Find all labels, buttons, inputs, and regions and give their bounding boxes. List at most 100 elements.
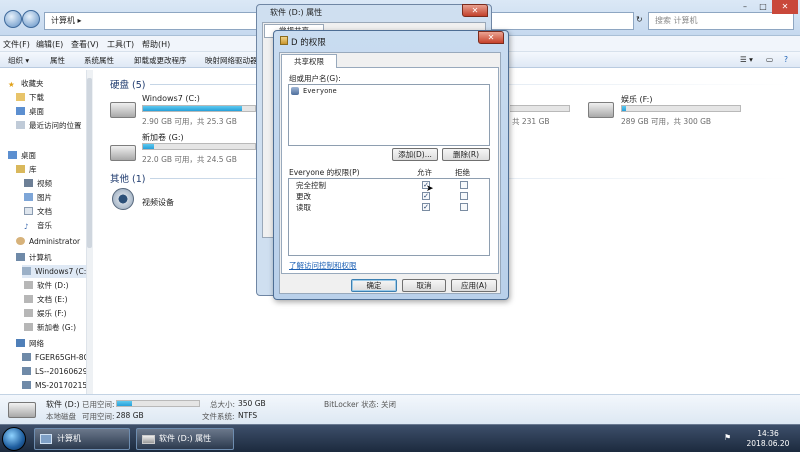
sidebar-scroll-thumb[interactable] [87,78,92,248]
details-bitlocker: BitLocker 状态: 关闭 [324,400,396,409]
computer-icon [22,381,31,389]
users-label: 组或用户名(G): [289,74,341,83]
sidebar-item-documents[interactable]: 文档 [24,205,52,218]
sidebar-computer[interactable]: 计算机 [16,251,52,264]
forward-icon[interactable] [22,10,40,28]
details-usage-bar [116,400,200,407]
drive-space-info: 22.0 GB 可用，共 24.5 GB [142,155,237,164]
taskbar-item-computer[interactable]: 计算机 [34,428,130,450]
sidebar-favorites[interactable]: ★ 收藏夹 [8,77,44,90]
library-icon [16,165,25,173]
menu-tools[interactable]: 工具(T) [107,39,134,50]
sidebar-item-pictures[interactable]: 图片 [24,191,52,204]
access-control-help-link[interactable]: 了解访问控制和权限 [289,260,357,271]
menu-edit[interactable]: 编辑(E) [36,39,63,50]
system-properties-button[interactable]: 系统属性 [84,55,114,66]
system-clock[interactable]: 14:36 2018.06.20 [740,429,796,449]
ok-button[interactable]: 确定 [351,279,397,292]
details-free-label: 可用空间: [82,412,115,421]
drive-icon [8,402,36,418]
sidebar-item-drive-e[interactable]: 文档 (E:) [24,293,68,306]
sidebar-item-music[interactable]: ♪ 音乐 [24,219,52,232]
permissions-close-button[interactable]: ✕ [478,31,504,44]
drive-name[interactable]: Windows7 (C:) [142,94,200,103]
details-total-value: 350 GB [238,399,266,408]
taskbar-item-properties[interactable]: 软件 (D:) 属性 [136,428,234,450]
maximize-button[interactable]: □ [754,0,772,14]
drive-space-info: 2.90 GB 可用，共 25.3 GB [142,117,237,126]
drive-space-info: 289 GB 可用，共 300 GB [621,117,712,126]
permission-name: 读取 [296,203,311,212]
sidebar-item-drive-f[interactable]: 娱乐 (F:) [24,307,67,320]
tab-share-permissions[interactable]: 共享权限 [281,54,337,68]
sidebar-item-recent[interactable]: 最近访问的位置 [16,119,82,132]
permission-name: 完全控制 [296,181,326,190]
menu-view[interactable]: 查看(V) [71,39,99,50]
desktop-icon [16,107,25,115]
apply-button[interactable]: 应用(A) [451,279,497,292]
menu-help[interactable]: 帮助(H) [142,39,170,50]
sidebar-item-network-pc[interactable]: FGER65GH-8C [22,351,89,364]
organize-button[interactable]: 组织 ▾ [8,55,29,66]
deny-read-checkbox[interactable] [460,203,468,211]
details-fs-label: 文件系统: [202,412,235,421]
clock-time: 14:36 [757,429,779,438]
sidebar-user[interactable]: Administrator [16,235,80,248]
drive-usage-bar [142,105,256,112]
deny-change-checkbox[interactable] [460,192,468,200]
music-icon: ♪ [24,222,29,231]
allow-read-checkbox[interactable]: ✓ [422,203,430,211]
view-options-icon[interactable]: ☰ ▾ [740,55,753,64]
device-name[interactable]: 视频设备 [142,197,174,208]
properties-title: 软件 (D:) 属性 [270,8,323,17]
menu-file[interactable]: 文件(F) [3,39,30,50]
details-drive-type: 本地磁盘 [46,412,76,421]
cancel-button[interactable]: 取消 [402,279,446,292]
sidebar-item-network-pc[interactable]: LS--20160629 [22,365,88,378]
properties-button[interactable]: 属性 [50,55,65,66]
sidebar-item-drive-c[interactable]: Windows7 (C: [22,265,88,278]
map-drive-button[interactable]: 映射网络驱动器 [205,55,258,66]
drive-icon [142,435,155,444]
sidebar-item-network-pc[interactable]: MS-20170215 [22,379,87,392]
sidebar-item-drive-g[interactable]: 新加卷 (G:) [24,321,76,334]
refresh-icon[interactable]: ↻ [636,15,643,24]
properties-close-button[interactable]: ✕ [462,4,488,17]
sidebar-item-desktop[interactable]: 桌面 [16,105,44,118]
deny-header: 拒绝 [455,168,470,177]
drive-usage-fill [622,106,627,111]
mouse-cursor-icon: ➤ [426,184,434,194]
search-input[interactable]: 搜索 计算机 [648,12,794,30]
minimize-button[interactable]: – [736,0,754,14]
sidebar-network[interactable]: 网络 [16,337,44,350]
drive-name[interactable]: 娱乐 (F:) [621,94,652,105]
add-button[interactable]: 添加(D)... [392,148,438,161]
flag-icon[interactable]: ⚑ [724,433,731,442]
sidebar-item-downloads[interactable]: 下载 [16,91,44,104]
group-header-disks[interactable]: 硬盘 (5) [110,77,145,91]
details-free-value: 288 GB [116,411,144,420]
user-icon [16,237,25,245]
help-icon[interactable]: ? [784,55,788,64]
user-entry-everyone[interactable]: Everyone [303,87,337,95]
computer-icon [16,253,25,261]
start-button[interactable] [2,427,26,451]
details-total-label: 总大小: [210,400,236,409]
close-button[interactable]: ✕ [772,0,798,14]
drive-usage-bar [142,143,256,150]
taskbar: 计算机 软件 (D:) 属性 ⚑ 14:36 2018.06.20 [0,424,800,452]
remove-button[interactable]: 删除(R) [442,148,490,161]
sidebar-item-videos[interactable]: 视频 [24,177,52,190]
sidebar-library[interactable]: 库 [16,163,37,176]
uninstall-button[interactable]: 卸载或更改程序 [134,55,187,66]
details-pane: 软件 (D:) 本地磁盘 已用空间: 可用空间: 288 GB 总大小: 350… [0,394,800,424]
preview-pane-icon[interactable]: ▭ [766,55,773,64]
back-icon[interactable] [4,10,22,28]
sidebar-item-drive-d[interactable]: 软件 (D:) [24,279,69,292]
deny-full-control-checkbox[interactable] [460,181,468,189]
details-used-label: 已用空间: [82,400,115,409]
group-header-other[interactable]: 其他 (1) [110,171,145,185]
folder-icon [16,93,25,101]
sidebar-desktop[interactable]: 桌面 [8,149,36,162]
drive-name[interactable]: 新加卷 (G:) [142,132,184,143]
